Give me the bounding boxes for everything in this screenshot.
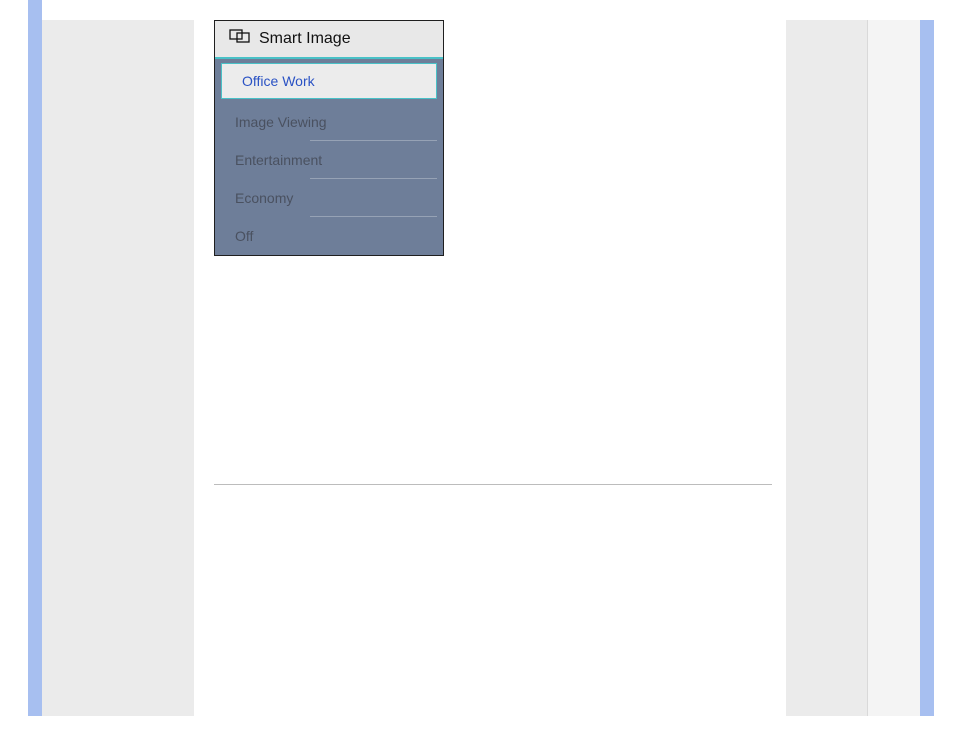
panel-options: Office Work Image Viewing Entertainment … [215,63,443,255]
option-image-viewing[interactable]: Image Viewing [215,103,443,141]
option-label: Office Work [242,73,315,89]
option-off[interactable]: Off [215,217,443,255]
smart-image-panel: Smart Image Office Work Image Viewing En… [214,20,444,256]
smart-image-icon [229,29,251,49]
option-entertainment[interactable]: Entertainment [215,141,443,179]
option-label: Economy [235,190,293,206]
right-sidebar-1 [786,20,868,716]
option-label: Image Viewing [235,114,327,130]
outer-right-band [920,20,934,716]
left-sidebar [42,20,194,716]
option-office-work[interactable]: Office Work [221,63,437,99]
panel-header: Smart Image [215,21,443,59]
horizontal-divider [214,484,772,485]
option-label: Entertainment [235,152,322,168]
outer-left-band [28,0,42,716]
right-sidebar-2 [868,20,920,716]
option-economy[interactable]: Economy [215,179,443,217]
panel-title: Smart Image [259,30,351,48]
option-label: Off [235,228,253,244]
